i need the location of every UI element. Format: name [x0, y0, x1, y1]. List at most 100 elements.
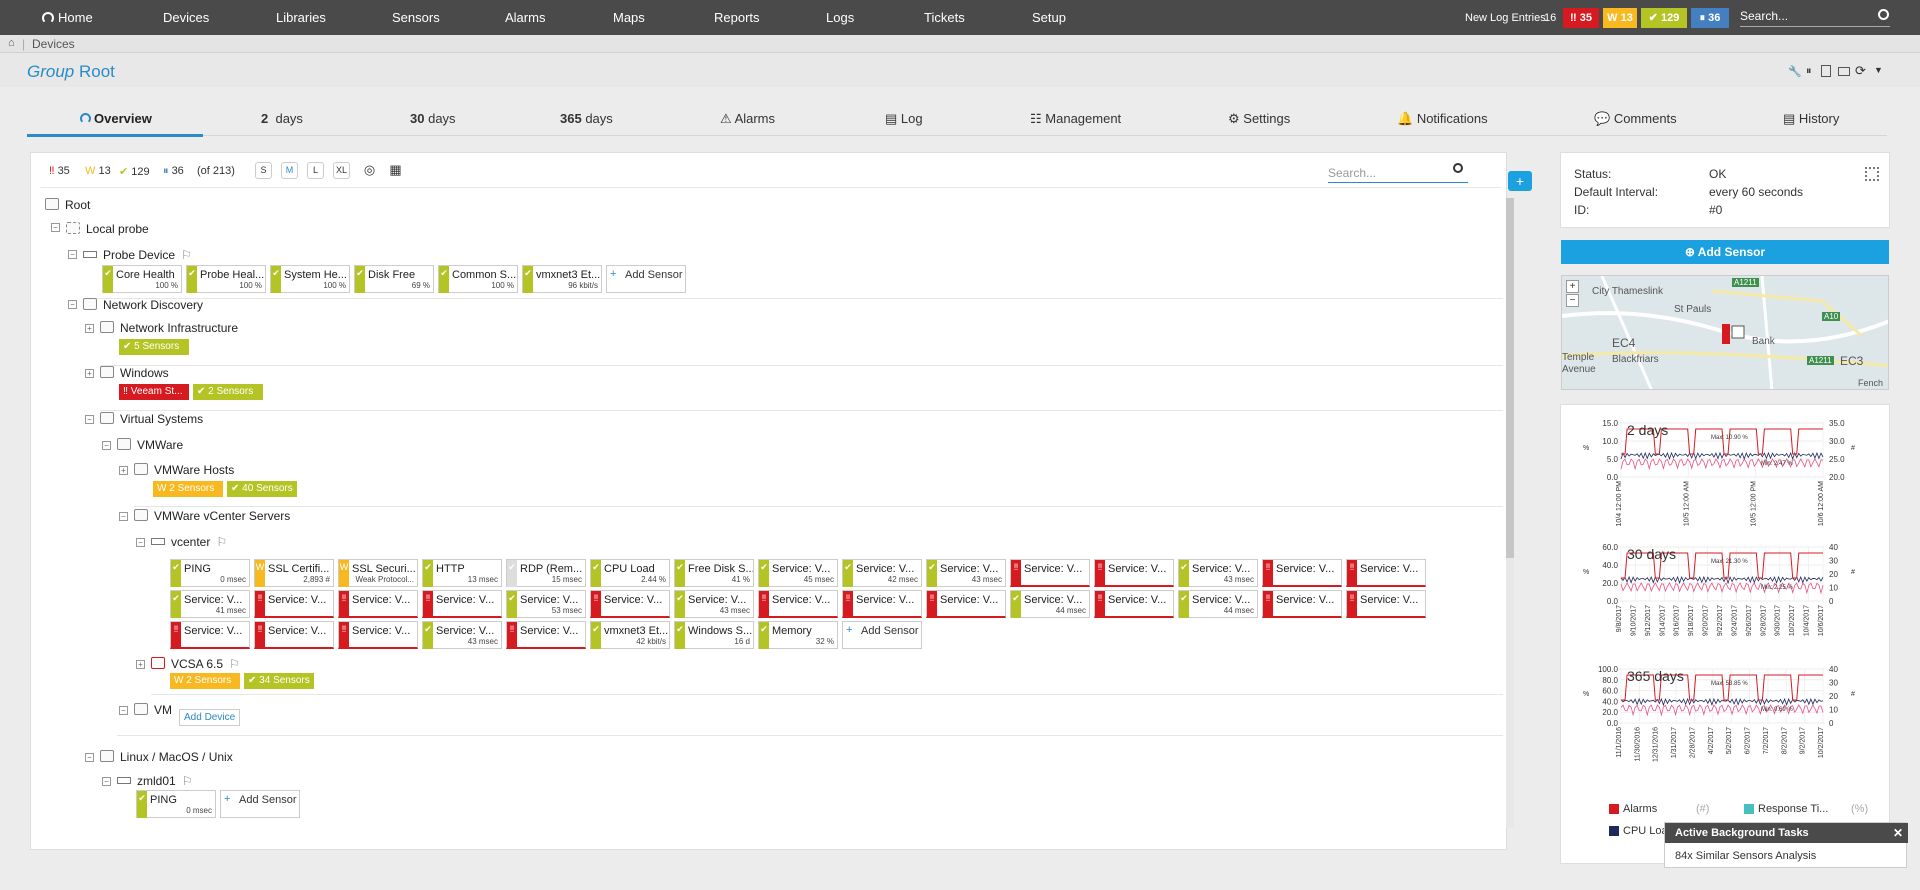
- collapse-icon[interactable]: −: [102, 441, 111, 450]
- sensor-tile[interactable]: ✔ Service: V... 43 msec: [674, 590, 754, 618]
- refresh-icon[interactable]: ⟳: [1855, 63, 1866, 79]
- map-zoom-in-button[interactable]: +: [1566, 280, 1579, 293]
- chevron-down-icon[interactable]: ▼: [1874, 65, 1883, 75]
- tab-2-days[interactable]: 2 days: [261, 111, 303, 126]
- sensor-tile[interactable]: ‼ Service: V...: [254, 590, 334, 618]
- tab-log[interactable]: ▤ Log: [885, 111, 923, 127]
- tree-node-network-discovery[interactable]: Network Discovery: [83, 298, 203, 312]
- flag-icon[interactable]: ⚐: [181, 248, 192, 262]
- collapse-icon[interactable]: −: [119, 512, 128, 521]
- tab-alarms[interactable]: ⚠ Alarms: [720, 111, 775, 127]
- sensor-tile[interactable]: ‼ Service: V...: [842, 590, 922, 618]
- legend-alarms[interactable]: Alarms: [1609, 803, 1657, 815]
- sensor-tile[interactable]: ✔ RDP (Rem... 15 msec: [506, 559, 586, 587]
- nav-reports[interactable]: Reports: [714, 10, 760, 25]
- sensor-tile[interactable]: ✔ Service: V... 42 msec: [842, 559, 922, 587]
- chart-2-days[interactable]: 15.0 10.0 5.0 0.0 35.0 30.0 25.0 20.0 10/4 12:00…: [1561, 417, 1891, 537]
- home-breadcrumb-icon[interactable]: ⌂: [8, 37, 15, 49]
- tree-node-network-infrastructure[interactable]: Network Infrastructure: [100, 321, 238, 335]
- add-device-button[interactable]: Add Device: [179, 709, 241, 726]
- nav-sensors[interactable]: Sensors: [392, 10, 440, 25]
- badge-hosts-warning[interactable]: W 2 Sensors: [153, 481, 223, 497]
- flag-icon[interactable]: ⚐: [216, 535, 227, 549]
- badge-vcsa-warning[interactable]: W 2 Sensors: [170, 673, 240, 689]
- add-sensor-button[interactable]: ⊕ Add Sensor: [1561, 240, 1889, 264]
- chart-30-days[interactable]: 60.0 40.0 20.0 0.0 40 30 20 10 0 9/8/2017 9/10/201…: [1561, 541, 1891, 661]
- expand-icon[interactable]: +: [136, 660, 145, 669]
- grid-view-icon[interactable]: ▦: [387, 162, 404, 179]
- collapse-icon[interactable]: −: [51, 223, 60, 232]
- new-log-entries-label[interactable]: New Log Entries: [1465, 12, 1546, 24]
- sensor-tile[interactable]: ✔ PING 0 msec: [170, 559, 250, 587]
- tab-settings[interactable]: ⚙ Settings: [1228, 111, 1290, 127]
- sensor-tile[interactable]: ‼ Service: V...: [338, 621, 418, 649]
- sensor-tile[interactable]: ✔ Core Health 100 %: [102, 265, 182, 293]
- sensor-count-blue[interactable]: ⏸ 36: [1691, 8, 1729, 28]
- sensor-tile[interactable]: ‼ Service: V...: [1346, 590, 1426, 618]
- collapse-icon[interactable]: −: [102, 777, 111, 786]
- tree-node-vcsa[interactable]: VCSA 6.5 ⚐: [151, 657, 240, 671]
- sensor-tile[interactable]: ‼ Service: V...: [1262, 559, 1342, 587]
- breadcrumb-devices[interactable]: Devices: [32, 37, 75, 51]
- legend-response-time[interactable]: Response Ti...: [1744, 803, 1828, 815]
- tree-node-vmware-hosts[interactable]: VMWare Hosts: [134, 463, 234, 477]
- tree-search-icon[interactable]: [1453, 163, 1463, 173]
- tree-node-vcenter[interactable]: vcenter ⚐: [151, 535, 227, 549]
- sensor-tile[interactable]: W SSL Certifi... 2,893 #: [254, 559, 334, 587]
- pause-icon[interactable]: ⏸: [1806, 65, 1812, 78]
- sensor-tile[interactable]: ✔ Memory 32 %: [758, 621, 838, 649]
- sensor-tile[interactable]: ✔ Common S... 100 %: [438, 265, 518, 293]
- nav-devices[interactable]: Devices: [163, 10, 209, 25]
- sensor-tile[interactable]: ✔ Service: V... 43 msec: [1178, 559, 1258, 587]
- collapse-icon[interactable]: −: [68, 300, 77, 309]
- sensor-count-green[interactable]: ✔ 129: [1641, 8, 1687, 28]
- location-map[interactable]: + − City Thameslink St Pauls EC4 Bank Bl…: [1561, 275, 1889, 390]
- sensor-tile[interactable]: ‼ Service: V...: [1010, 559, 1090, 587]
- tab-overview[interactable]: Overview: [80, 111, 152, 126]
- filter-red[interactable]: ‼ 35: [49, 165, 70, 177]
- nav-libraries[interactable]: Libraries: [276, 10, 326, 25]
- badge-hosts-ok[interactable]: ✔ 40 Sensors: [227, 481, 297, 497]
- filter-yellow[interactable]: W 13: [85, 165, 111, 177]
- tree-node-virtual-systems[interactable]: Virtual Systems: [100, 412, 203, 426]
- add-fab-button[interactable]: +: [1508, 171, 1532, 191]
- tree-node-local-probe[interactable]: Local probe: [66, 222, 149, 236]
- badge-windows-ok[interactable]: ✔ 2 Sensors: [193, 384, 263, 400]
- nav-logs[interactable]: Logs: [826, 10, 854, 25]
- collapse-icon[interactable]: −: [68, 250, 77, 259]
- tree-scrollbar[interactable]: [1506, 198, 1514, 828]
- sensor-tile[interactable]: ✔ Service: V... 44 msec: [1178, 590, 1258, 618]
- collapse-icon[interactable]: −: [85, 753, 94, 762]
- tree-node-linux[interactable]: Linux / MacOS / Unix: [100, 750, 233, 764]
- size-xl-button[interactable]: XL: [333, 162, 350, 179]
- nav-setup[interactable]: Setup: [1032, 10, 1066, 25]
- alarm-count-yellow[interactable]: W 13: [1603, 8, 1637, 28]
- add-sensor-tile[interactable]: + Add Sensor: [606, 265, 686, 293]
- filter-blue[interactable]: ⏸ 36: [163, 165, 184, 178]
- sensor-tile[interactable]: ✔ Windows S... 16 d: [674, 621, 754, 649]
- close-icon[interactable]: ✕: [1893, 826, 1903, 840]
- sensor-tile[interactable]: ‼ Service: V...: [254, 621, 334, 649]
- tree-node-zmld01[interactable]: zmld01 ⚐: [117, 774, 192, 788]
- email-icon[interactable]: [1838, 67, 1850, 76]
- sensor-tile[interactable]: ‼ Service: V...: [590, 590, 670, 618]
- wrench-icon[interactable]: 🔧: [1788, 65, 1802, 78]
- tab-30-days[interactable]: 30 days: [410, 111, 456, 126]
- target-icon[interactable]: ◎: [361, 162, 378, 179]
- add-sensor-tile[interactable]: + Add Sensor: [220, 790, 300, 818]
- sensor-tile[interactable]: ‼ Service: V...: [506, 621, 586, 649]
- expand-icon[interactable]: +: [85, 324, 94, 333]
- badge-windows-down[interactable]: ‼ Veeam St...: [119, 384, 189, 400]
- sensor-tile[interactable]: ‼ Service: V...: [1094, 559, 1174, 587]
- sensor-tile[interactable]: ✔ Service: V... 45 msec: [758, 559, 838, 587]
- sensor-tile[interactable]: ✔ System He... 100 %: [270, 265, 350, 293]
- report-icon[interactable]: [1821, 65, 1831, 77]
- sensor-tile[interactable]: ✔ Service: V... 43 msec: [422, 621, 502, 649]
- expand-icon[interactable]: +: [119, 466, 128, 475]
- sensor-tile[interactable]: ✔ Service: V... 44 msec: [1010, 590, 1090, 618]
- sensor-tile[interactable]: ✔ Service: V... 43 msec: [926, 559, 1006, 587]
- sensor-tile[interactable]: ✔ PING 0 msec: [136, 790, 216, 818]
- sensor-tile[interactable]: W SSL Securi... Weak Protocol...: [338, 559, 418, 587]
- size-m-button[interactable]: M: [281, 162, 298, 179]
- tab-notifications[interactable]: 🔔 Notifications: [1397, 111, 1488, 127]
